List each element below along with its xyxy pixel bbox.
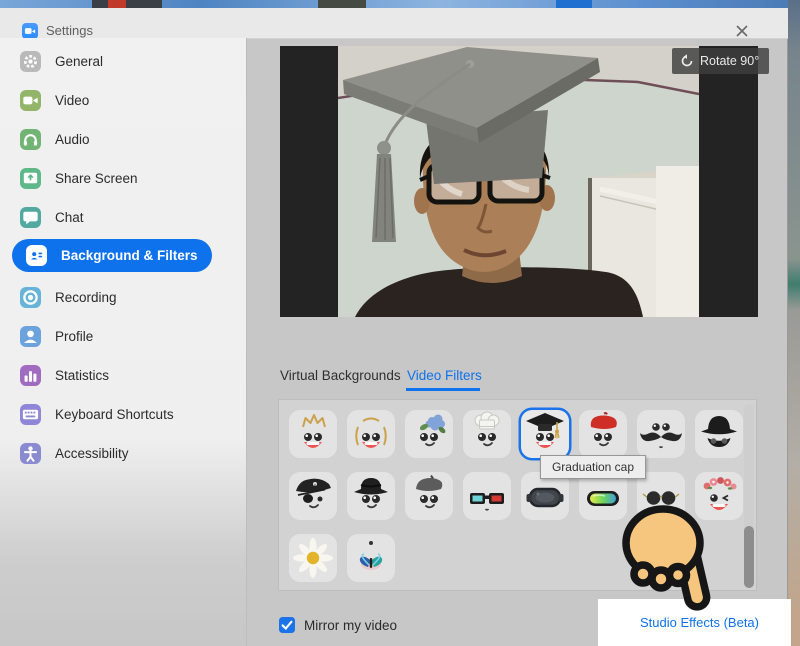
desktop-background-top — [0, 0, 800, 8]
bar-chart-icon — [20, 365, 41, 386]
sidebar-item-profile[interactable]: Profile — [0, 317, 247, 355]
video-camera-icon — [20, 90, 41, 111]
mirror-video-checkbox[interactable] — [279, 617, 295, 633]
pointing-hand-cursor — [616, 500, 724, 618]
rotate-90-label: Rotate 90° — [700, 54, 759, 68]
title-bar[interactable]: Settings — [0, 8, 788, 39]
filter-tooltip: Graduation cap — [540, 455, 646, 479]
mustache-filter[interactable] — [637, 410, 685, 458]
sidebar-item-label: Keyboard Shortcuts — [55, 407, 174, 422]
chef-hat-filter[interactable] — [463, 410, 511, 458]
rotate-90-button[interactable]: Rotate 90° — [672, 48, 769, 74]
sidebar: General Video Audio Share Screen Chat Backgro… — [0, 38, 247, 646]
keyboard-icon — [20, 404, 41, 425]
sidebar-item-label: Background & Filters — [61, 248, 198, 263]
zoom-settings-window: Settings General Video Audio Share Screen Ch… — [0, 0, 800, 646]
webcam-preview — [338, 46, 699, 317]
headphones-icon — [20, 129, 41, 150]
sidebar-item-keyboard-shortcuts[interactable]: Keyboard Shortcuts — [0, 395, 247, 433]
mirror-video-label: Mirror my video — [304, 618, 397, 633]
gear-icon — [20, 51, 41, 72]
pirate-hat-filter[interactable] — [289, 472, 337, 520]
sidebar-item-label: Statistics — [55, 368, 109, 383]
sidebar-item-label: Chat — [55, 210, 84, 225]
crown-filter[interactable] — [289, 410, 337, 458]
sidebar-item-share-screen[interactable]: Share Screen — [0, 159, 247, 197]
video-camera-icon — [23, 24, 37, 38]
sidebar-item-recording[interactable]: Recording — [0, 278, 247, 316]
graduation-cap-filter[interactable] — [521, 410, 569, 458]
rotate-icon — [680, 54, 694, 68]
sidebar-item-label: Recording — [55, 290, 117, 305]
sidebar-item-label: Share Screen — [55, 171, 138, 186]
fedora-mask-filter[interactable] — [695, 410, 743, 458]
active-tab-underline — [406, 388, 480, 391]
record-icon — [20, 287, 41, 308]
window-title: Settings — [46, 23, 93, 38]
gray-beret-filter[interactable] — [405, 472, 453, 520]
share-screen-icon — [20, 168, 41, 189]
hydrangea-filter[interactable] — [405, 410, 453, 458]
person-card-icon — [26, 245, 47, 266]
black-fedora-filter[interactable] — [347, 472, 395, 520]
desktop-background-right — [788, 0, 800, 646]
person-icon — [20, 326, 41, 347]
tab-virtual-backgrounds[interactable]: Virtual Backgrounds — [280, 368, 401, 383]
daisy-filter[interactable] — [289, 534, 337, 582]
sidebar-item-label: Accessibility — [55, 446, 129, 461]
sidebar-item-label: Audio — [55, 132, 90, 147]
3d-glasses-filter[interactable] — [463, 472, 511, 520]
sidebar-item-audio[interactable]: Audio — [0, 120, 247, 158]
accessibility-icon — [20, 443, 41, 464]
scrollbar-thumb[interactable] — [744, 526, 754, 588]
sidebar-item-label: Profile — [55, 329, 93, 344]
red-beret-filter[interactable] — [579, 410, 627, 458]
sidebar-item-label: General — [55, 54, 103, 69]
tab-video-filters[interactable]: Video Filters — [407, 368, 482, 383]
sidebar-item-general[interactable]: General — [0, 42, 247, 80]
checkmark-icon — [279, 617, 295, 633]
close-icon[interactable] — [730, 19, 754, 43]
gold-chains-filter[interactable] — [347, 410, 395, 458]
sidebar-item-accessibility[interactable]: Accessibility — [0, 434, 247, 472]
sidebar-item-video[interactable]: Video — [0, 81, 247, 119]
butterfly-filter[interactable] — [347, 534, 395, 582]
zoom-app-icon — [22, 23, 38, 39]
chat-bubble-icon — [20, 207, 41, 228]
sidebar-item-chat[interactable]: Chat — [0, 198, 247, 236]
sidebar-item-label: Video — [55, 93, 89, 108]
vr-headset-filter[interactable] — [521, 472, 569, 520]
sidebar-item-statistics[interactable]: Statistics — [0, 356, 247, 394]
sidebar-item-background-filters[interactable]: Background & Filters — [12, 239, 212, 272]
